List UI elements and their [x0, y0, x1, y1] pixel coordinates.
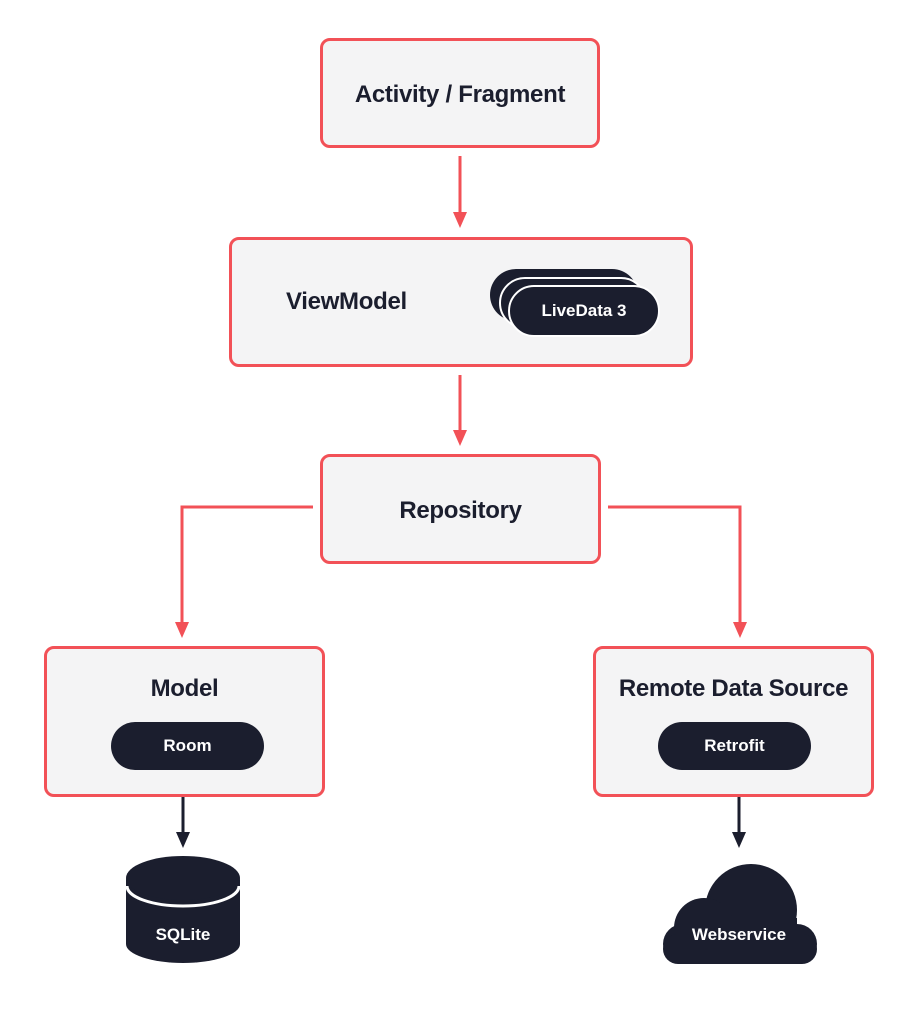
sqlite-label: SQLite — [155, 925, 211, 944]
webservice-label: Webservice — [691, 925, 787, 944]
shapes-layer — [125, 856, 817, 964]
webservice-cloud-icon[interactable] — [663, 864, 817, 964]
sqlite-database-icon[interactable] — [125, 856, 241, 963]
